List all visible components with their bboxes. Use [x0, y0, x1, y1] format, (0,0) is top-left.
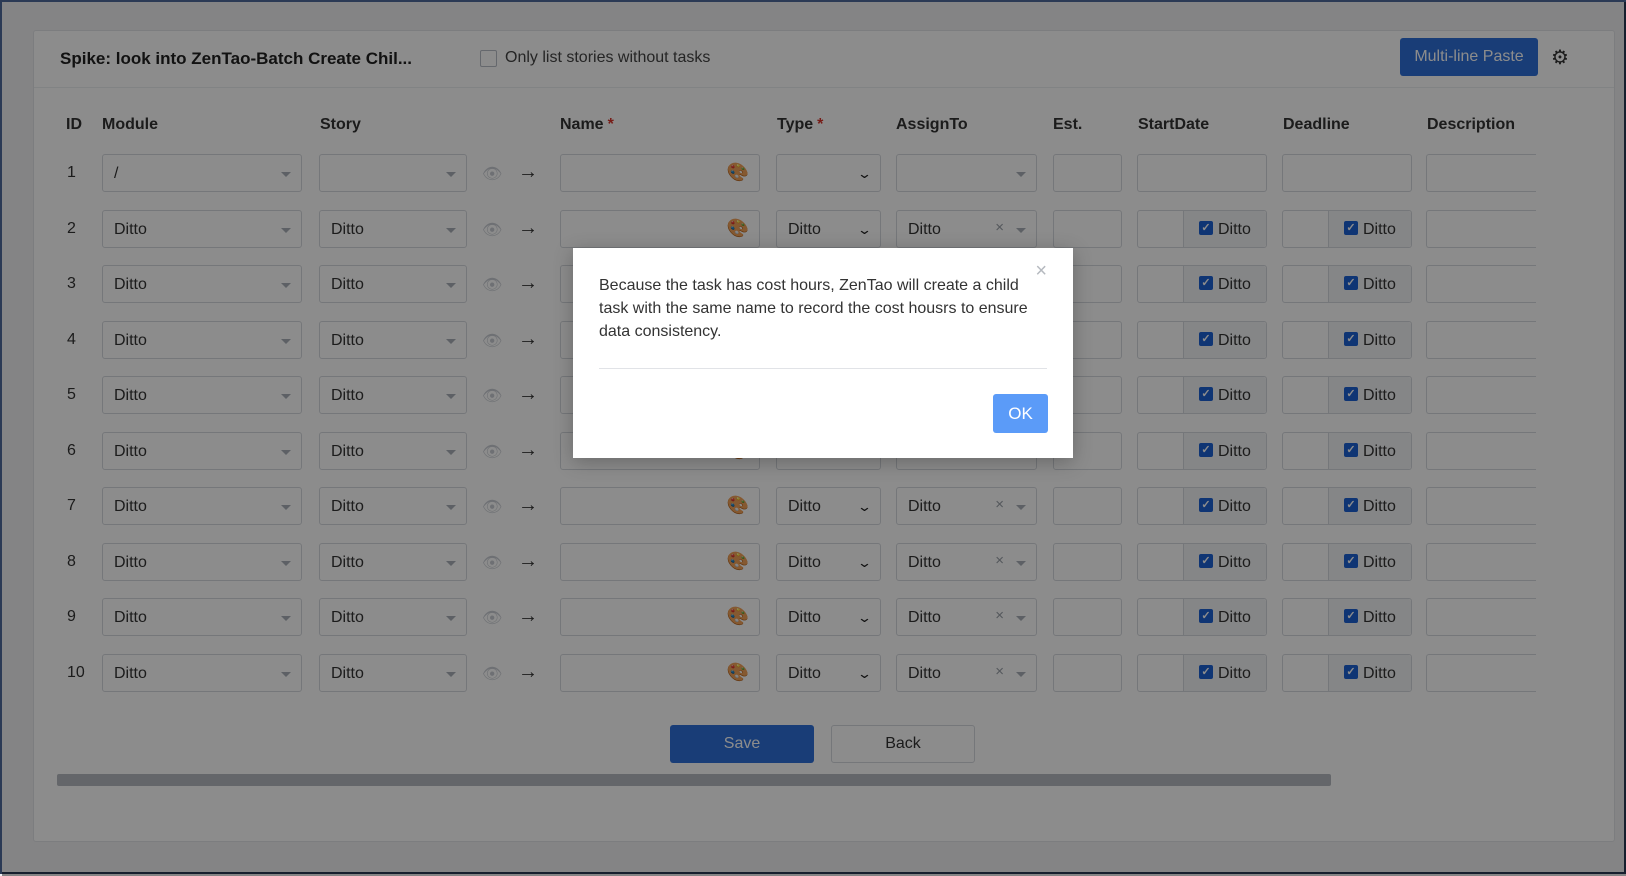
confirm-modal: × Because the task has cost hours, ZenTa…	[573, 248, 1073, 458]
modal-divider	[599, 368, 1047, 369]
ok-button[interactable]: OK	[993, 394, 1048, 433]
modal-message: Because the task has cost hours, ZenTao …	[599, 277, 1028, 340]
